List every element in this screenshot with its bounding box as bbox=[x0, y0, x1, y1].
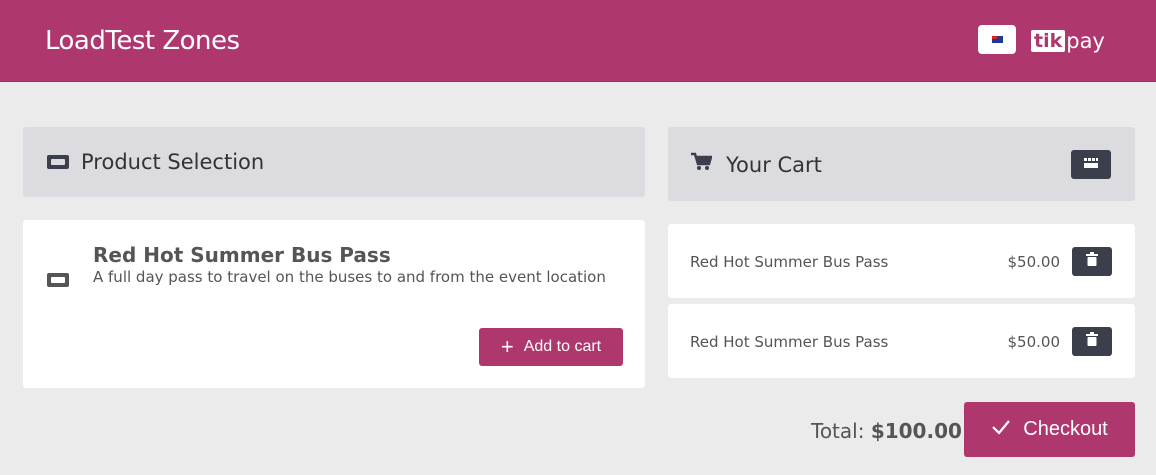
product-card: Red Hot Summer Bus Pass A full day pass … bbox=[23, 220, 645, 388]
ticket-stack-icon bbox=[1083, 156, 1099, 174]
cart-item-price: $50.00 bbox=[1007, 253, 1061, 271]
remove-item-button[interactable] bbox=[1072, 327, 1112, 356]
checkout-button[interactable]: Checkout bbox=[964, 402, 1135, 457]
ticket-icon bbox=[46, 153, 70, 176]
cart-item-name: Red Hot Summer Bus Pass bbox=[690, 253, 889, 271]
total-value: $100.00 bbox=[870, 419, 962, 443]
cart-item: Red Hot Summer Bus Pass $50.00 bbox=[668, 224, 1135, 298]
add-to-cart-label: Add to cart bbox=[523, 338, 602, 355]
tikpay-logo: tik pay bbox=[1031, 27, 1105, 55]
plus-icon: + bbox=[500, 334, 514, 359]
app-title: LoadTest Zones bbox=[45, 26, 240, 56]
trash-icon bbox=[1086, 252, 1098, 271]
product-name: Red Hot Summer Bus Pass bbox=[93, 243, 391, 267]
checkmark-icon bbox=[991, 418, 1011, 441]
cart-title: Your Cart bbox=[726, 153, 822, 177]
cart-header: Your Cart bbox=[668, 127, 1135, 201]
total-label: Total: bbox=[811, 419, 865, 443]
product-selection-title: Product Selection bbox=[81, 150, 265, 174]
cart-total: Total: $100.00 bbox=[811, 419, 962, 443]
flag-au-icon bbox=[991, 36, 1003, 43]
cart-item-price: $50.00 bbox=[1007, 333, 1061, 351]
cart-icon bbox=[690, 152, 713, 177]
app-header: LoadTest Zones tik pay bbox=[0, 0, 1156, 82]
product-selection-header: Product Selection bbox=[23, 127, 645, 197]
remove-item-button[interactable] bbox=[1072, 247, 1112, 276]
ticket-icon bbox=[46, 271, 70, 294]
trash-icon bbox=[1086, 332, 1098, 351]
locale-button[interactable] bbox=[978, 25, 1016, 54]
add-to-cart-button[interactable]: + Add to cart bbox=[479, 328, 623, 366]
logo-box-text: tik bbox=[1031, 30, 1066, 52]
logo-suffix-text: pay bbox=[1066, 29, 1105, 53]
cart-item-name: Red Hot Summer Bus Pass bbox=[690, 333, 889, 351]
cart-item: Red Hot Summer Bus Pass $50.00 bbox=[668, 304, 1135, 378]
checkout-label: Checkout bbox=[1023, 418, 1108, 440]
cart-options-button[interactable] bbox=[1071, 150, 1111, 179]
product-description: A full day pass to travel on the buses t… bbox=[93, 268, 606, 286]
